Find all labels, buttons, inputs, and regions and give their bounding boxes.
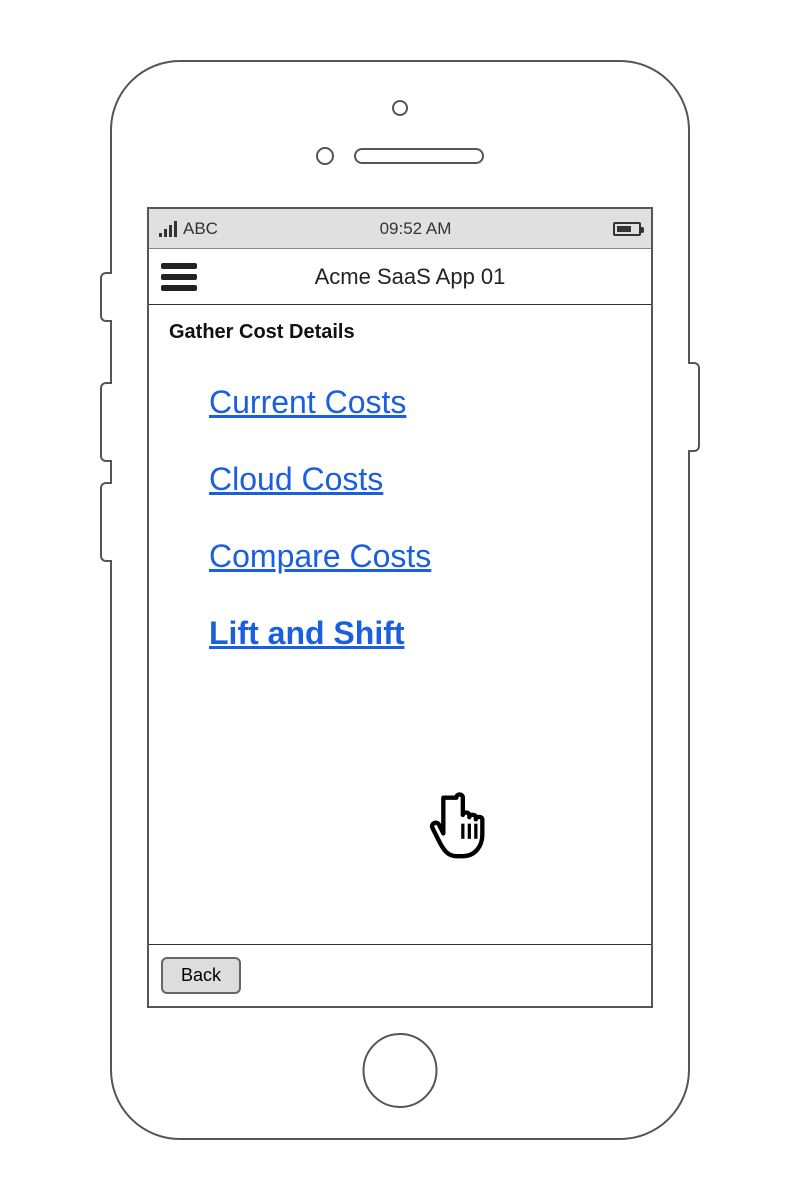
content-area: Gather Cost Details Current Costs Cloud … — [149, 305, 651, 944]
link-current-costs[interactable]: Current Costs — [209, 384, 406, 421]
signal-icon — [159, 221, 177, 237]
phone-side-button — [100, 482, 112, 562]
nav-bar: Acme SaaS App 01 — [149, 249, 651, 305]
status-left: ABC — [159, 219, 218, 239]
link-cloud-costs[interactable]: Cloud Costs — [209, 461, 383, 498]
carrier-label: ABC — [183, 219, 218, 239]
menu-icon[interactable] — [161, 263, 197, 291]
link-lift-and-shift[interactable]: Lift and Shift — [209, 615, 405, 652]
phone-speaker-icon — [354, 148, 484, 164]
link-list: Current Costs Cloud Costs Compare Costs … — [169, 384, 631, 652]
phone-side-button — [100, 382, 112, 462]
battery-icon — [613, 222, 641, 236]
back-button[interactable]: Back — [161, 957, 241, 994]
link-compare-costs[interactable]: Compare Costs — [209, 538, 431, 575]
phone-screen: ABC 09:52 AM Acme SaaS App 01 Gather Cos… — [147, 207, 653, 1008]
phone-side-button — [688, 362, 700, 452]
section-title: Gather Cost Details — [169, 321, 631, 344]
phone-speaker-row — [112, 147, 688, 165]
footer: Back — [149, 944, 651, 1006]
phone-side-button — [100, 272, 112, 322]
home-button[interactable] — [363, 1033, 438, 1108]
phone-camera-icon — [392, 100, 408, 116]
phone-sensor-icon — [316, 147, 334, 165]
pointer-cursor-icon — [429, 789, 501, 867]
app-title: Acme SaaS App 01 — [217, 264, 603, 290]
status-bar: ABC 09:52 AM — [149, 209, 651, 249]
phone-frame: ABC 09:52 AM Acme SaaS App 01 Gather Cos… — [110, 60, 690, 1140]
clock-label: 09:52 AM — [380, 219, 452, 239]
